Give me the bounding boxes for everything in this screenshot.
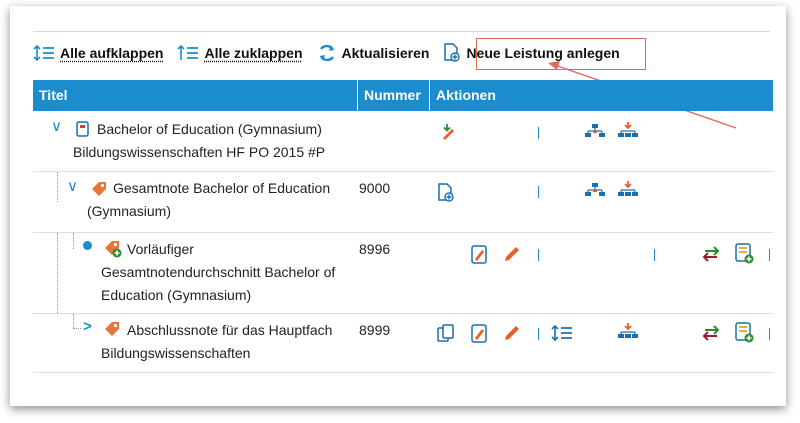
tree-move-icon[interactable] (617, 121, 639, 139)
document-icon (76, 121, 89, 137)
divider (33, 31, 770, 32)
separator (538, 127, 539, 139)
separator (538, 328, 539, 340)
chevron-down-icon[interactable]: ∨ (67, 177, 78, 195)
tag-icon (105, 322, 119, 336)
row-title-line1: Bachelor of Education (Gymnasium) (97, 121, 322, 137)
edit-with-arrow-icon[interactable] (439, 123, 457, 141)
column-header-actions: Aktionen (429, 80, 776, 111)
refresh-button[interactable]: Aktualisieren (317, 43, 430, 63)
expand-children-icon[interactable] (551, 324, 573, 342)
copy-icon[interactable] (437, 324, 455, 344)
row-title-line2: (Gymnasium) (87, 203, 172, 219)
row-title-line1: Vorläufiger (127, 241, 194, 257)
collapse-all-icon (177, 44, 199, 60)
tree-connector (73, 314, 74, 328)
separator (654, 249, 655, 261)
row-number: 9000 (359, 180, 391, 196)
column-header-title[interactable]: Titel (33, 80, 357, 111)
separator (538, 249, 539, 261)
separator (769, 328, 770, 340)
table-row: ∨ Gesamtnote Bachelor of Education (Gymn… (33, 172, 773, 233)
status-dot-icon (83, 241, 92, 250)
swap-arrows-icon[interactable] (701, 245, 721, 263)
collapse-all-label: Alle zuklappen (204, 45, 303, 61)
tree-connector (73, 233, 74, 249)
tag-icon (92, 182, 106, 196)
column-header-number[interactable]: Nummer (357, 80, 430, 111)
refresh-icon (319, 44, 334, 62)
tree-connector (57, 233, 58, 313)
row-title-line1: Gesamtnote Bachelor of Education (113, 180, 331, 196)
row-number: 8999 (359, 322, 391, 338)
separator (538, 186, 539, 198)
achievement-table: Titel Nummer Aktionen ∨ Bachelor of Educ… (33, 80, 773, 373)
tree-connector (57, 172, 58, 202)
tree-move-icon[interactable] (617, 322, 639, 340)
chevron-down-icon[interactable]: ∨ (51, 117, 62, 135)
chevron-right-icon[interactable]: > (83, 318, 92, 335)
pencil-icon[interactable] (503, 324, 521, 342)
collapse-all-button[interactable]: Alle zuklappen (177, 44, 303, 62)
table-header: Titel Nummer Aktionen (33, 80, 773, 111)
row-title-line2: Bildungswissenschaften (101, 345, 251, 361)
new-document-icon (444, 43, 461, 62)
tree-connector (73, 328, 81, 329)
row-title-line3: Education (Gymnasium) (101, 287, 252, 303)
separator (769, 249, 770, 261)
expand-all-label: Alle aufklappen (60, 45, 164, 61)
add-record-icon[interactable] (735, 322, 755, 344)
table-row: Vorläufiger Gesamtnotendurchschnitt Bach… (33, 233, 773, 314)
row-number: 8996 (359, 241, 391, 257)
edit-document-icon[interactable] (471, 324, 489, 344)
pencil-icon[interactable] (503, 245, 521, 263)
row-title-line2: Bildungswissenschaften HF PO 2015 #P (73, 144, 326, 160)
refresh-label: Aktualisieren (341, 45, 430, 61)
tag-add-icon (105, 241, 122, 258)
tree-move-icon[interactable] (617, 180, 639, 198)
new-document-icon[interactable] (437, 183, 455, 203)
tree-structure-icon[interactable] (584, 123, 606, 139)
swap-arrows-icon[interactable] (701, 324, 721, 342)
tree-structure-icon[interactable] (584, 182, 606, 198)
edit-document-icon[interactable] (471, 245, 489, 265)
table-row: > Abschlussnote für das Hauptfach Bildun… (33, 314, 773, 373)
expand-all-button[interactable]: Alle aufklappen (33, 44, 163, 62)
table-row: ∨ Bachelor of Education (Gymnasium) Bild… (33, 111, 773, 172)
row-title-line2: Gesamtnotendurchschnitt Bachelor of (101, 264, 336, 280)
expand-all-icon (33, 44, 54, 62)
row-title-line1: Abschlussnote für das Hauptfach (127, 322, 333, 338)
highlight-box (476, 38, 646, 70)
add-record-icon[interactable] (735, 243, 755, 265)
